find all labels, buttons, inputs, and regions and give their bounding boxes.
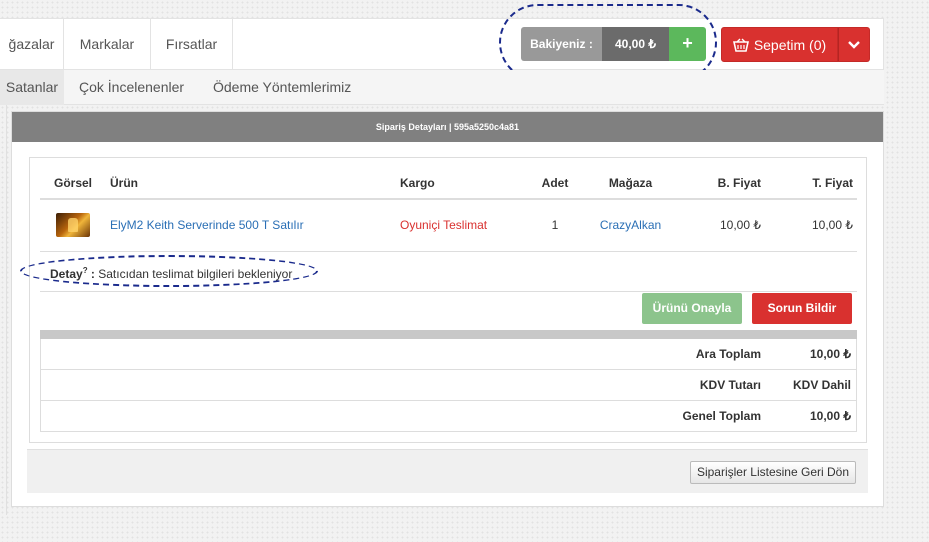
detail-separator: : [87, 267, 99, 281]
unit-price: 10,00 ₺ [677, 199, 765, 252]
totals-divider [40, 330, 857, 339]
subnav-cok-incelenenler[interactable]: Çok İncelenenler [79, 70, 184, 105]
quantity: 1 [526, 199, 584, 252]
vat-value: KDV Dahil [792, 378, 851, 392]
product-link[interactable]: ElyM2 Keith Serverinde 500 T Satılır [110, 218, 304, 232]
cart-button[interactable]: Sepetim (0) [721, 27, 838, 62]
product-thumbnail[interactable] [40, 199, 106, 252]
order-detail-panel: Sipariş Detayları | 595a5250c4a81 Görsel… [11, 111, 884, 507]
col-gorsel: Görsel [40, 168, 106, 200]
detail-text: Satıcıdan teslimat bilgileri bekleniyor [98, 267, 293, 281]
cart-dropdown-toggle[interactable] [838, 27, 870, 62]
grand-total-label: Genel Toplam [682, 409, 761, 423]
sub-navbar: Satanlar Çok İncelenenler Ödeme Yöntemle… [0, 70, 884, 105]
col-b-fiyat: B. Fiyat [677, 168, 765, 200]
totals-table: Ara Toplam 10,00 ₺ KDV Tutarı KDV Dahil … [40, 330, 857, 432]
panel-title: Sipariş Detayları | 595a5250c4a81 [12, 112, 883, 142]
subnav-satanlar[interactable]: Satanlar [0, 70, 64, 105]
panel-footer: Siparişler Listesine Geri Dön [27, 449, 868, 493]
basket-icon [732, 38, 749, 52]
nav-markalar[interactable]: Markalar [64, 19, 151, 70]
col-kargo: Kargo [396, 168, 526, 200]
totals-row: KDV Tutarı KDV Dahil [40, 370, 857, 401]
subtotal-label: Ara Toplam [695, 347, 761, 361]
totals-row: Genel Toplam 10,00 ₺ [40, 401, 857, 432]
subnav-odeme-yontemleri[interactable]: Ödeme Yöntemlerimiz [213, 70, 351, 105]
cargo-type: Oyuniçi Teslimat [400, 218, 488, 233]
detail-label: Detay [50, 267, 83, 281]
approve-product-button[interactable]: Ürünü Onayla [642, 293, 742, 324]
report-problem-button[interactable]: Sorun Bildir [752, 293, 852, 324]
chevron-down-icon [848, 40, 860, 49]
col-magaza: Mağaza [584, 168, 677, 200]
add-balance-button[interactable]: + [669, 27, 706, 61]
store-link[interactable]: CrazyAlkan [600, 218, 661, 232]
col-urun: Ürün [106, 168, 396, 200]
balance-widget: Bakiyeniz : 40,00 ₺ + [521, 27, 706, 61]
left-edge-strip [0, 105, 7, 515]
detail-row: Detay? : Satıcıdan teslimat bilgileri be… [40, 254, 857, 292]
back-to-orders-button[interactable]: Siparişler Listesine Geri Dön [689, 461, 856, 484]
order-box: Görsel Ürün Kargo Adet Mağaza B. Fiyat T… [29, 157, 867, 443]
table-row: ElyM2 Keith Serverinde 500 T Satılır Oyu… [40, 199, 857, 252]
nav-firsatlar[interactable]: Fırsatlar [151, 19, 233, 70]
col-t-fiyat: T. Fiyat [765, 168, 857, 200]
vat-label: KDV Tutarı [699, 378, 761, 392]
cart-label: Sepetim (0) [753, 36, 827, 53]
col-adet: Adet [526, 168, 584, 200]
grand-total-value: 10,00 ₺ [810, 409, 851, 423]
balance-label: Bakiyeniz : [521, 27, 602, 61]
subtotal-value: 10,00 ₺ [810, 347, 851, 361]
cart-widget: Sepetim (0) [721, 27, 870, 62]
order-items-table: Görsel Ürün Kargo Adet Mağaza B. Fiyat T… [40, 168, 857, 252]
nav-magazalar[interactable]: ğazalar [0, 19, 64, 70]
total-price: 10,00 ₺ [765, 199, 857, 252]
totals-row: Ara Toplam 10,00 ₺ [40, 339, 857, 370]
main-navbar: ğazalar Markalar Fırsatlar Bakiyeniz : 4… [0, 18, 884, 70]
balance-value: 40,00 ₺ [602, 27, 669, 61]
